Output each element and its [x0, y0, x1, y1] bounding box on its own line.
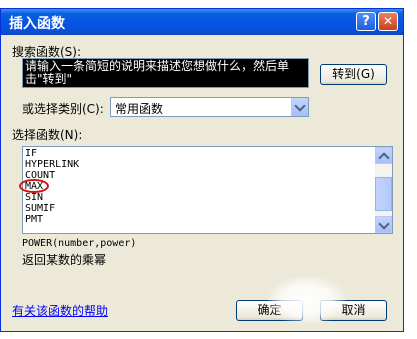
function-syntax: POWER(number,power) [22, 238, 137, 249]
search-input[interactable]: 请输入一条简短的说明来描述您想做什么，然后单击"转到" [22, 58, 309, 88]
scrollbar-thumb[interactable] [375, 177, 392, 211]
list-scrollbar[interactable] [375, 147, 392, 233]
highlight-circle [19, 179, 49, 193]
ok-button[interactable]: 确定 [236, 300, 303, 321]
category-selected-value: 常用函数 [115, 102, 164, 116]
scroll-up-icon[interactable] [375, 147, 392, 164]
list-item[interactable]: SUMIF [25, 203, 55, 214]
scroll-down-icon[interactable] [375, 216, 392, 233]
list-item[interactable]: PMT [25, 214, 43, 225]
list-item[interactable]: HYPERLINK [25, 159, 79, 170]
category-select[interactable]: 常用函数 [110, 97, 309, 117]
function-list-label: 选择函数(N): [12, 128, 83, 142]
list-item[interactable]: SIN [25, 192, 43, 203]
function-list[interactable]: IF HYPERLINK COUNT MAX SIN SUMIF PMT [22, 146, 393, 234]
chevron-down-icon[interactable] [291, 98, 308, 116]
title-bar: 插入函数 ? ✕ [1, 9, 403, 35]
category-label: 或选择类别(C): [22, 102, 104, 116]
function-help-link[interactable]: 有关该函数的帮助 [12, 302, 108, 319]
function-description: 返回某数的乘幂 [22, 253, 107, 267]
list-item[interactable]: IF [25, 148, 37, 159]
help-icon[interactable]: ? [356, 12, 376, 31]
close-icon[interactable]: ✕ [378, 12, 398, 31]
go-button[interactable]: 转到(G) [320, 64, 387, 85]
cancel-button[interactable]: 取消 [320, 300, 387, 321]
window-title: 插入函数 [9, 16, 65, 32]
